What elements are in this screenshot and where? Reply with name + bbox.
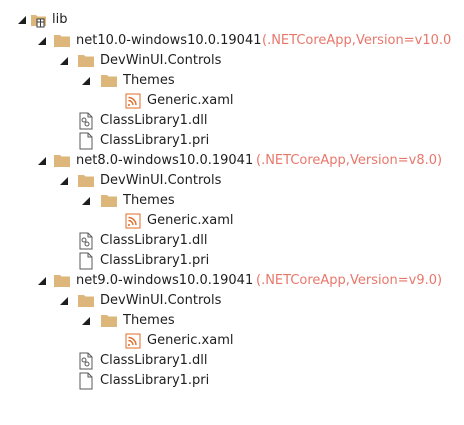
folder-icon xyxy=(54,275,70,287)
tree-node-label: DevWinUI.Controls xyxy=(100,293,222,308)
tree-node-label: ClassLibrary1.pri xyxy=(100,373,210,388)
expanded-arrow-icon[interactable] xyxy=(58,175,70,187)
tree-node-label: DevWinUI.Controls xyxy=(100,53,222,68)
tree-node-label: Generic.xaml xyxy=(147,333,234,348)
tree-node-label: net8.0-windows10.0.19041 xyxy=(76,153,254,168)
tree-node-file[interactable]: ClassLibrary1.pri xyxy=(0,251,464,271)
tree-node-folder[interactable]: DevWinUI.Controls xyxy=(0,51,464,71)
file-icon xyxy=(79,132,93,150)
dll-file-icon xyxy=(79,112,93,130)
tree-node-folder[interactable]: Themes xyxy=(0,191,464,211)
xaml-file-icon xyxy=(125,213,141,229)
tree-node-file[interactable]: Generic.xaml xyxy=(0,211,464,231)
folder-icon xyxy=(54,155,70,167)
file-icon xyxy=(79,252,93,270)
folder-icon xyxy=(101,195,117,207)
tree-node-label: net10.0-windows10.0.19041 xyxy=(76,33,262,48)
tree-node-label: ClassLibrary1.dll xyxy=(100,113,208,128)
expanded-arrow-icon[interactable] xyxy=(16,14,28,26)
expanded-arrow-icon[interactable] xyxy=(36,275,48,287)
tree-node-label: lib xyxy=(52,12,68,27)
tree-node-file[interactable]: Generic.xaml xyxy=(0,331,464,351)
expanded-arrow-icon[interactable] xyxy=(80,195,92,207)
tree-node-file[interactable]: ClassLibrary1.pri xyxy=(0,131,464,151)
xaml-file-icon xyxy=(125,333,141,349)
file-icon xyxy=(79,372,93,390)
tree-node-framework[interactable]: net8.0-windows10.0.19041 (.NETCoreApp,Ve… xyxy=(0,151,464,171)
tree-node-label: ClassLibrary1.pri xyxy=(100,133,210,148)
tree-node-label: ClassLibrary1.pri xyxy=(100,253,210,268)
tree-node-file[interactable]: ClassLibrary1.dll xyxy=(0,111,464,131)
expanded-arrow-icon[interactable] xyxy=(58,55,70,67)
expanded-arrow-icon[interactable] xyxy=(80,315,92,327)
tree-node-label: DevWinUI.Controls xyxy=(100,173,222,188)
tree-node-label: Themes xyxy=(123,313,175,328)
tree-node-folder[interactable]: Themes xyxy=(0,311,464,331)
expanded-arrow-icon[interactable] xyxy=(36,35,48,47)
tree-node-framework[interactable]: net9.0-windows10.0.19041 (.NETCoreApp,Ve… xyxy=(0,271,464,291)
folder-icon xyxy=(78,295,94,307)
tree-node-label: Themes xyxy=(123,193,175,208)
tree-node-file[interactable]: ClassLibrary1.dll xyxy=(0,351,464,371)
tree-node-file[interactable]: ClassLibrary1.dll xyxy=(0,231,464,251)
target-framework-label: (.NETCoreApp,Version=v9.0) xyxy=(256,273,443,288)
expanded-arrow-icon[interactable] xyxy=(80,75,92,87)
dll-file-icon xyxy=(79,232,93,250)
tree-node-label: ClassLibrary1.dll xyxy=(100,353,208,368)
folder-icon xyxy=(101,315,117,327)
tree-node-folder[interactable]: DevWinUI.Controls xyxy=(0,291,464,311)
tree-node-folder[interactable]: DevWinUI.Controls xyxy=(0,171,464,191)
expanded-arrow-icon[interactable] xyxy=(58,295,70,307)
tree-node-label: ClassLibrary1.dll xyxy=(100,233,208,248)
xaml-file-icon xyxy=(125,93,141,109)
folder-icon xyxy=(54,35,70,47)
tree-node-file[interactable]: ClassLibrary1.pri xyxy=(0,371,464,391)
tree-node-framework[interactable]: net10.0-windows10.0.19041 (.NETCoreApp,V… xyxy=(0,31,464,51)
expanded-arrow-icon[interactable] xyxy=(36,155,48,167)
dll-file-icon xyxy=(79,352,93,370)
tree-node-label: Generic.xaml xyxy=(147,93,234,108)
solution-tree-view: lib net10.0-windows10.0.19041 (.NETCoreA… xyxy=(0,0,464,425)
target-framework-label: (.NETCoreApp,Version=v8.0) xyxy=(256,153,443,168)
tree-node-lib[interactable]: lib xyxy=(0,10,464,30)
tree-node-label: Generic.xaml xyxy=(147,213,234,228)
package-folder-icon xyxy=(31,15,46,28)
tree-node-file[interactable]: Generic.xaml xyxy=(0,91,464,111)
tree-node-label: net9.0-windows10.0.19041 xyxy=(76,273,254,288)
folder-icon xyxy=(101,75,117,87)
folder-icon xyxy=(78,55,94,67)
target-framework-label: (.NETCoreApp,Version=v10.0 xyxy=(262,33,452,48)
tree-node-label: Themes xyxy=(123,73,175,88)
tree-node-folder[interactable]: Themes xyxy=(0,71,464,91)
folder-icon xyxy=(78,175,94,187)
